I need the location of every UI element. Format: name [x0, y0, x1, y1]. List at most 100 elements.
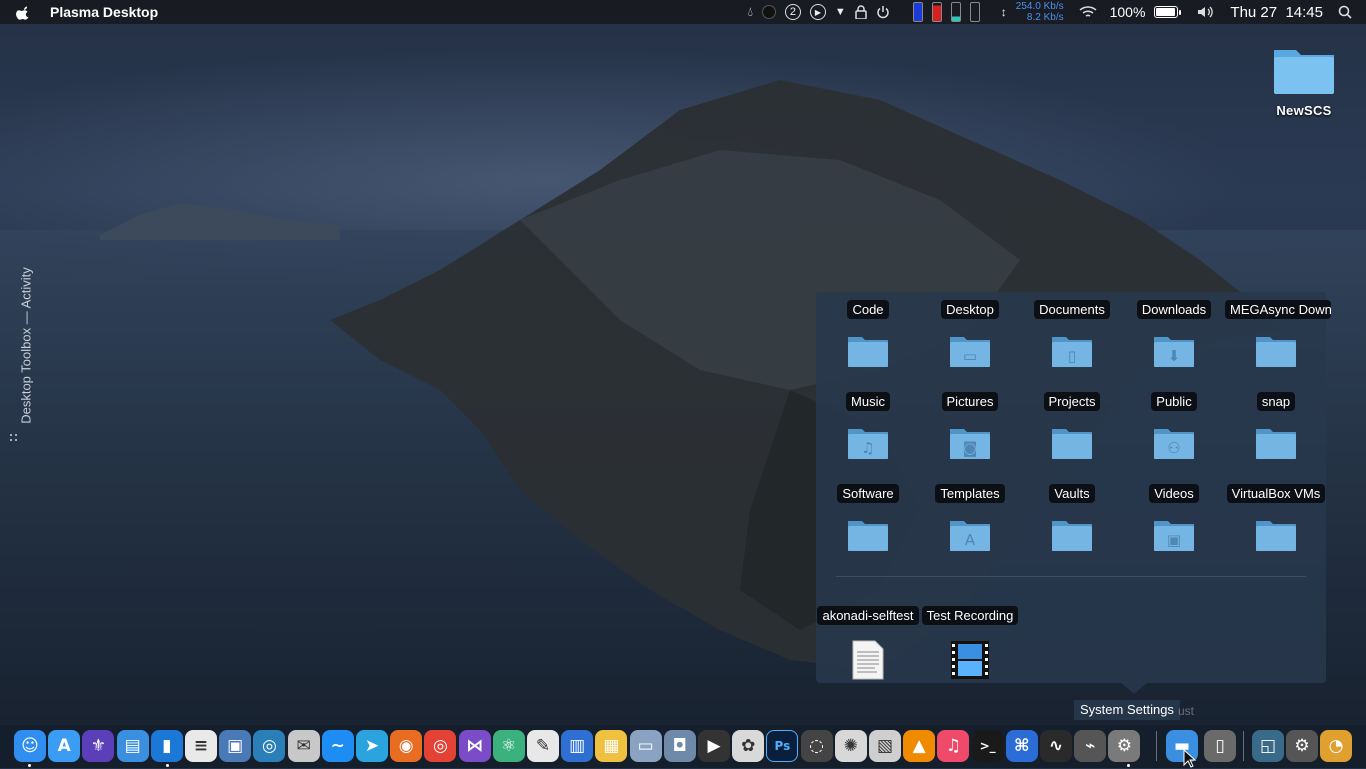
folder-item[interactable]: snap	[1225, 392, 1327, 460]
text-editor-icon[interactable]: ✎	[527, 730, 559, 762]
svg-text:⚇: ⚇	[1167, 439, 1180, 457]
archive-icon[interactable]: ▧	[869, 730, 901, 762]
swap-meter-icon	[950, 2, 961, 22]
charts-app-icon[interactable]: ▥	[561, 730, 594, 762]
video-editor-icon[interactable]: ▶	[698, 730, 730, 762]
launcher-icon[interactable]: ◔	[1320, 730, 1352, 762]
running-indicator	[166, 764, 169, 767]
folder-item[interactable]: Desktop ▭	[919, 300, 1021, 368]
wifi-icon[interactable]	[1079, 5, 1097, 19]
trash-icon[interactable]: ▯	[1204, 730, 1236, 762]
text-document-icon	[847, 640, 889, 680]
folder-icon	[847, 334, 889, 368]
video-file-icon	[949, 640, 991, 680]
disk-meter-icon	[969, 2, 980, 22]
atom-icon[interactable]: ⚛	[492, 730, 525, 762]
folder-label: Templates	[935, 484, 1005, 503]
resource-monitors[interactable]	[912, 2, 980, 22]
system-tray: 💧︎ 2 ▶ ▼ ↕ 254.0 Kb/s 8.2 Kb/s 100% Thu …	[748, 0, 1366, 24]
clock[interactable]: Thu 27 14:45	[1230, 4, 1323, 21]
folder-item[interactable]: VirtualBox VMs	[1225, 484, 1327, 552]
visual-studio-icon[interactable]: ⋈	[458, 730, 491, 762]
network-speed[interactable]: 254.0 Kb/s 8.2 Kb/s	[1016, 1, 1064, 23]
mail-icon[interactable]: ✉	[287, 730, 320, 762]
folder-item[interactable]: Vaults	[1021, 484, 1123, 552]
folder-label: MEGAsync Downloads	[1225, 300, 1331, 319]
folder-item[interactable]: Software	[817, 484, 919, 552]
battery-icon[interactable]	[1154, 6, 1182, 18]
folder-label: Videos	[1149, 484, 1199, 503]
folder-item[interactable]: Projects	[1021, 392, 1123, 460]
telegram-icon[interactable]: ➤	[356, 730, 388, 762]
svg-text:A: A	[965, 531, 976, 549]
phone-connect-icon[interactable]: ▮	[150, 730, 183, 762]
folder-item[interactable]: Downloads ⬇	[1123, 300, 1225, 368]
folder-view-popup: Code Desktop ▭ Documents ▯ Downloads ⬇ MEGAsync…	[816, 292, 1331, 683]
cpu-meter-icon	[912, 2, 923, 22]
folder-icon	[1051, 426, 1093, 460]
office-app-icon[interactable]: ▦	[595, 730, 628, 762]
memory-meter-icon	[931, 2, 942, 22]
file-item[interactable]: Test Recording	[919, 606, 1021, 680]
folder-item[interactable]: MEGAsync Downloads	[1225, 300, 1331, 368]
vlc-icon[interactable]: ▲	[903, 730, 936, 762]
desktop-toolbox[interactable]: Desktop Toolbox — Activity	[6, 246, 34, 446]
net-download-speed: 8.2 Kb/s	[1026, 12, 1064, 23]
svg-text:▯: ▯	[1068, 347, 1076, 365]
photos-icon[interactable]: ✺	[834, 730, 867, 762]
dock-tooltip: System Settings	[1074, 700, 1180, 720]
preferences-icon[interactable]: ⚙	[1286, 730, 1318, 762]
firefox-icon[interactable]: ◉	[390, 730, 423, 762]
folder-item[interactable]: Videos ▣	[1123, 484, 1225, 552]
folder-label: Vaults	[1049, 484, 1095, 503]
volume-icon[interactable]	[1197, 5, 1215, 19]
droplet-icon[interactable]: 💧︎	[748, 4, 753, 20]
media-play-icon[interactable]: ▶	[809, 4, 826, 20]
app-store-icon[interactable]: A	[48, 730, 81, 762]
svg-text:♫: ♫	[861, 439, 874, 457]
svg-text:◙: ◙	[963, 439, 978, 457]
camera-icon[interactable]: ◘	[663, 730, 696, 762]
chrome-icon[interactable]: ◎	[424, 730, 457, 762]
desktop-switcher-icon[interactable]: ◱	[1252, 730, 1284, 762]
record-dot-icon[interactable]	[761, 5, 776, 19]
power-icon[interactable]	[876, 5, 890, 19]
chevron-down-icon[interactable]: ▼	[835, 6, 846, 18]
terminal-icon[interactable]: >_	[971, 730, 1004, 762]
clipboard-badge-icon[interactable]: 2	[784, 4, 801, 20]
tooltip-ghost-text: ust	[1178, 704, 1195, 718]
wallpaper-far-hills	[100, 203, 340, 240]
folder-item[interactable]: Documents ▯	[1021, 300, 1123, 368]
photoshop-icon[interactable]: Ps	[766, 730, 799, 762]
finder-icon[interactable]: ☺	[14, 730, 46, 762]
messenger-icon[interactable]: ~	[321, 730, 354, 762]
apple-menu-icon[interactable]	[16, 4, 32, 20]
image-viewer-icon[interactable]: ▣	[219, 730, 252, 762]
folder-item[interactable]: Public ⚇	[1123, 392, 1225, 460]
svg-text:▭: ▭	[963, 347, 977, 365]
folder-item[interactable]: Music ♫	[817, 392, 919, 460]
fleur-app-icon[interactable]: ⚜	[82, 730, 115, 762]
keyboard-icon[interactable]: ⌘	[1005, 730, 1038, 762]
folder-item[interactable]: Code	[817, 300, 919, 368]
screenshot-icon[interactable]: ▭	[629, 730, 662, 762]
network-tool-icon[interactable]: ⌁	[1074, 730, 1107, 762]
browser-globe-icon[interactable]: ◎	[253, 730, 286, 762]
recorder-icon[interactable]: ◌	[800, 730, 833, 762]
photo-app-icon[interactable]: ✿	[732, 730, 765, 762]
system-settings-icon[interactable]: ⚙	[1108, 730, 1141, 762]
news-reader-icon[interactable]: ≡	[185, 730, 217, 762]
folder-item[interactable]: Pictures ◙	[919, 392, 1021, 460]
folder-pictures-icon: ◙	[949, 426, 991, 460]
folder-item[interactable]: Templates A	[919, 484, 1021, 552]
search-icon[interactable]	[1338, 5, 1352, 19]
battery-percent[interactable]: 100%	[1110, 4, 1146, 20]
system-monitor-icon[interactable]: ∿	[1040, 730, 1072, 762]
music-icon[interactable]: ♫	[937, 730, 970, 762]
desktop-folder-newscs[interactable]: NewSCS	[1268, 44, 1340, 118]
folder-icon	[1051, 518, 1093, 552]
lock-icon[interactable]	[855, 5, 867, 19]
active-app-title[interactable]: Plasma Desktop	[50, 4, 158, 20]
files-icon[interactable]: ▤	[116, 730, 149, 762]
file-item[interactable]: akonadi-selftest	[817, 606, 919, 680]
